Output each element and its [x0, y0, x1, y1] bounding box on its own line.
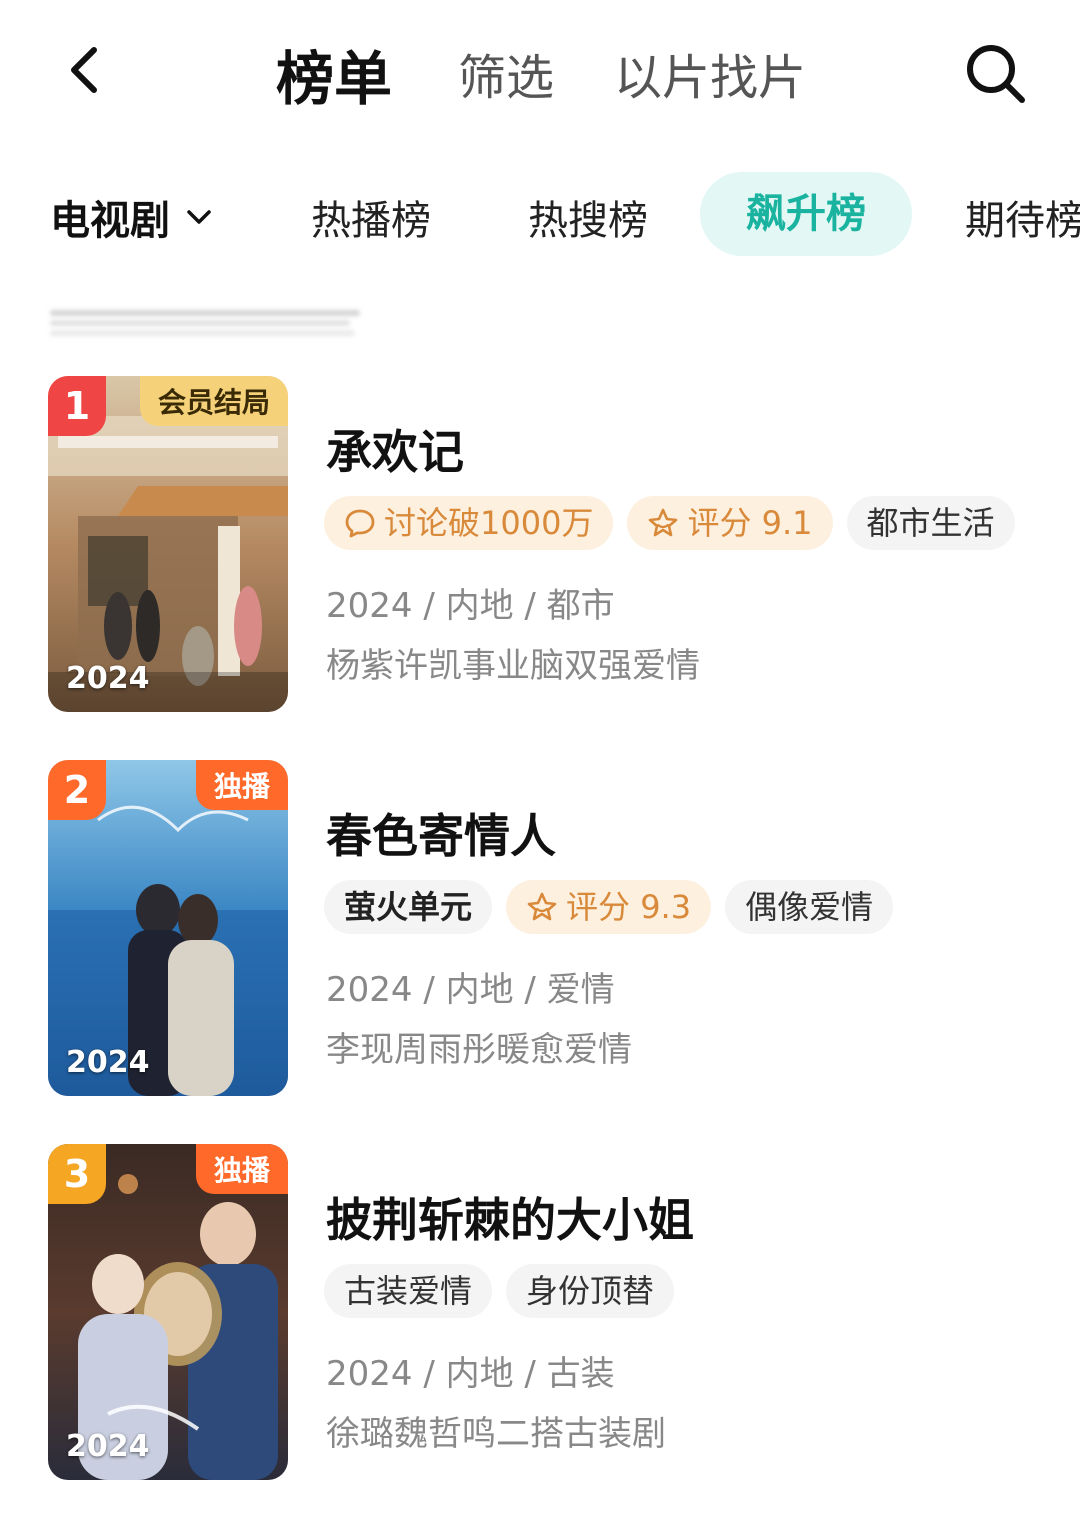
top-nav: 榜单 筛选 以片找片 — [0, 0, 1080, 140]
poster-year: 2024 — [66, 1429, 150, 1464]
tab-rising[interactable]: 飙升榜 — [700, 172, 912, 256]
tab-hot-play[interactable]: 热播榜 — [311, 188, 431, 246]
chevron-down-icon — [187, 210, 211, 224]
rank-badge: 2 — [48, 760, 106, 820]
search-icon — [967, 45, 1025, 103]
exclusive-badge: 独播 — [195, 1144, 288, 1194]
tab-find-by-clip[interactable]: 以片找片 — [614, 38, 806, 108]
discussion-tag: 讨论破1000万 — [324, 496, 614, 550]
category-dropdown-label: 电视剧 — [50, 198, 170, 244]
rating-tag-label: 评分 9.3 — [566, 888, 692, 926]
genre-tag: 都市生活 — [846, 496, 1015, 550]
item-description: 徐璐魏哲鸣二搭古装剧 — [326, 1414, 666, 1454]
chevron-left-icon — [71, 47, 97, 93]
chat-bubble-icon — [345, 509, 375, 538]
rank-badge: 3 — [48, 1144, 106, 1204]
firefly-unit-tag: 萤火单元 — [324, 880, 493, 934]
member-finale-badge: 会员结局 — [139, 376, 288, 426]
search-button[interactable] — [962, 40, 1028, 106]
discussion-tag-label: 讨论破1000万 — [384, 504, 594, 542]
tab-anticipated[interactable]: 期待榜 — [965, 188, 1080, 246]
list-item[interactable]: 2 独播 2024 春色寄情人 萤火单元 评分 9.3 偶像爱情 2024 / … — [48, 760, 1048, 1096]
theme-tag: 身份顶替 — [506, 1264, 675, 1318]
item-title[interactable]: 春色寄情人 — [326, 800, 556, 866]
item-description: 杨紫许凯事业脑双强爱情 — [326, 646, 700, 686]
tag-row: 古装爱情 身份顶替 — [324, 1264, 675, 1318]
list-item[interactable]: 3 独播 2024 披荆斩棘的大小姐 古装爱情 身份顶替 2024 / 内地 /… — [48, 1144, 1048, 1480]
tab-hot-search[interactable]: 热搜榜 — [528, 188, 648, 246]
star-icon — [649, 508, 678, 537]
genre-tag: 偶像爱情 — [725, 880, 894, 934]
item-meta: 2024 / 内地 / 古装 — [326, 1354, 615, 1394]
tag-row: 萤火单元 评分 9.3 偶像爱情 — [324, 880, 894, 934]
tab-ranking[interactable]: 榜单 — [276, 32, 392, 116]
item-meta: 2024 / 内地 / 爱情 — [326, 970, 615, 1010]
category-bar: 电视剧 热播榜 热搜榜 飙升榜 期待榜 — [0, 168, 1080, 264]
item-title[interactable]: 披荆斩棘的大小姐 — [326, 1184, 694, 1250]
poster-image[interactable]: 2 独播 2024 — [48, 760, 288, 1096]
star-icon — [527, 892, 557, 921]
poster-year: 2024 — [66, 1045, 150, 1080]
poster-image[interactable]: 3 独播 2024 — [48, 1144, 288, 1480]
rank-badge: 1 — [48, 376, 106, 436]
poster-year: 2024 — [66, 661, 150, 696]
poster-image[interactable]: 1 会员结局 2024 — [48, 376, 288, 712]
list-item[interactable]: 1 会员结局 2024 承欢记 讨论破1000万 评分 9.1 都市生活 202… — [48, 376, 1048, 712]
exclusive-badge: 独播 — [195, 760, 288, 810]
blurred-subtitle — [50, 306, 370, 336]
tab-filter[interactable]: 筛选 — [458, 38, 554, 108]
item-title[interactable]: 承欢记 — [326, 416, 464, 482]
genre-tag: 古装爱情 — [324, 1264, 493, 1318]
rating-tag: 评分 9.3 — [506, 880, 712, 934]
back-button[interactable] — [58, 42, 114, 98]
rating-tag: 评分 9.1 — [627, 496, 833, 550]
category-dropdown[interactable]: 电视剧 — [50, 188, 214, 246]
item-meta: 2024 / 内地 / 都市 — [326, 586, 615, 626]
rating-tag-label: 评分 9.1 — [687, 504, 813, 542]
tag-row: 讨论破1000万 评分 9.1 都市生活 — [324, 496, 1015, 550]
item-description: 李现周雨彤暖愈爱情 — [326, 1030, 632, 1070]
